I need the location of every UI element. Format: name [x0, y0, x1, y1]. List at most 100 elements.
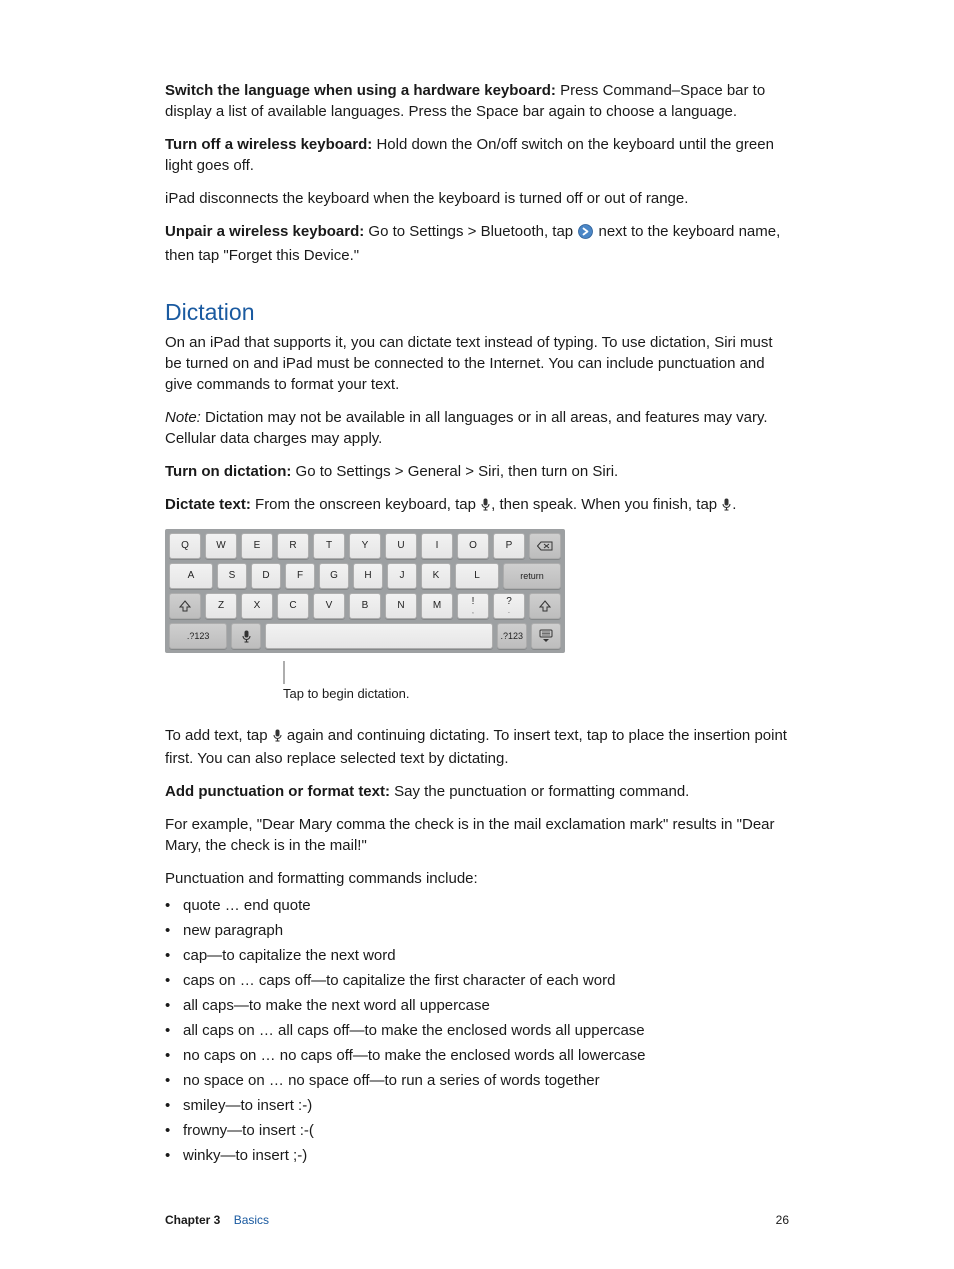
body-add-text-1: To add text, tap	[165, 727, 272, 744]
command-item: cap—to capitalize the next word	[165, 945, 789, 966]
key-shift-left	[169, 593, 201, 619]
label-switch-language: Switch the language when using a hardwar…	[165, 82, 556, 99]
command-item: no caps on … no caps off—to make the enc…	[165, 1045, 789, 1066]
key-spacebar	[265, 623, 492, 649]
key-exclaim-top: !	[472, 595, 475, 609]
key-shift-right	[529, 593, 561, 619]
label-turn-on-dictation: Turn on dictation:	[165, 463, 291, 480]
para-example: For example, "Dear Mary comma the check …	[165, 814, 789, 856]
key-u: U	[385, 533, 417, 559]
body-unpair-1: Go to Settings > Bluetooth, tap	[364, 223, 577, 240]
command-item: frowny—to insert :-(	[165, 1120, 789, 1141]
body-note: Dictation may not be available in all la…	[165, 409, 768, 447]
key-m: M	[421, 593, 453, 619]
microphone-icon	[722, 496, 731, 517]
footer-chapter-name: Basics	[234, 1213, 269, 1227]
key-backspace	[529, 533, 561, 559]
para-dictation-intro: On an iPad that supports it, you can dic…	[165, 332, 789, 395]
label-unpair: Unpair a wireless keyboard:	[165, 223, 364, 240]
key-n: N	[385, 593, 417, 619]
microphone-icon	[242, 630, 251, 643]
key-hide-keyboard	[531, 623, 561, 649]
footer-chapter: Chapter 3	[165, 1213, 220, 1227]
key-question-top: ?	[506, 595, 512, 609]
key-numbers-left: .?123	[169, 623, 227, 649]
key-b: B	[349, 593, 381, 619]
key-g: G	[319, 563, 349, 589]
command-item: all caps on … all caps off—to make the e…	[165, 1020, 789, 1041]
commands-list: quote … end quote new paragraph cap—to c…	[165, 895, 789, 1166]
body-dictate-3: .	[732, 496, 736, 513]
key-j: J	[387, 563, 417, 589]
key-exclaim-sub: ,	[472, 608, 474, 616]
label-note: Note:	[165, 409, 201, 426]
body-dictate-2: , then speak. When you finish, tap	[491, 496, 721, 513]
key-s: S	[217, 563, 247, 589]
key-x: X	[241, 593, 273, 619]
command-item: smiley—to insert :-)	[165, 1095, 789, 1116]
shift-up-icon	[539, 600, 551, 612]
body-add-punct: Say the punctuation or formatting comman…	[390, 783, 689, 800]
para-note: Note: Dictation may not be available in …	[165, 407, 789, 449]
key-o: O	[457, 533, 489, 559]
keyboard-row-1: Q W E R T Y U I O P	[169, 533, 561, 559]
body-dictate-1: From the onscreen keyboard, tap	[251, 496, 480, 513]
para-add-punct: Add punctuation or format text: Say the …	[165, 781, 789, 802]
key-numbers-right: .?123	[497, 623, 527, 649]
microphone-icon	[481, 496, 490, 517]
keyboard-illustration: Q W E R T Y U I O P A S D F G H J K L re…	[165, 529, 789, 653]
shift-up-icon	[179, 600, 191, 612]
footer-page-number: 26	[776, 1212, 789, 1229]
key-r: R	[277, 533, 309, 559]
key-c: C	[277, 593, 309, 619]
heading-dictation: Dictation	[165, 296, 789, 328]
key-z: Z	[205, 593, 237, 619]
key-v: V	[313, 593, 345, 619]
para-add-text: To add text, tap again and continuing di…	[165, 725, 789, 769]
para-dictate-text: Dictate text: From the onscreen keyboard…	[165, 494, 789, 517]
key-t: T	[313, 533, 345, 559]
para-turn-off: Turn off a wireless keyboard: Hold down …	[165, 134, 789, 176]
keyboard-row-4: .?123 .?123	[169, 623, 561, 649]
key-return: return	[503, 563, 561, 589]
key-e: E	[241, 533, 273, 559]
key-q: Q	[169, 533, 201, 559]
command-item: caps on … caps off—to capitalize the fir…	[165, 970, 789, 991]
key-l: L	[455, 563, 499, 589]
key-h: H	[353, 563, 383, 589]
callout-text: Tap to begin dictation.	[251, 685, 789, 703]
key-i: I	[421, 533, 453, 559]
key-w: W	[205, 533, 237, 559]
para-switch-language: Switch the language when using a hardwar…	[165, 80, 789, 122]
key-question-period: ? .	[493, 593, 525, 619]
para-disconnect: iPad disconnects the keyboard when the k…	[165, 188, 789, 209]
info-chevron-icon	[578, 224, 593, 245]
key-y: Y	[349, 533, 381, 559]
label-dictate-text: Dictate text:	[165, 496, 251, 513]
key-f: F	[285, 563, 315, 589]
key-p: P	[493, 533, 525, 559]
command-item: all caps—to make the next word all upper…	[165, 995, 789, 1016]
command-item: no space on … no space off—to run a seri…	[165, 1070, 789, 1091]
backspace-icon	[537, 541, 553, 551]
key-dictation	[231, 623, 261, 649]
key-k: K	[421, 563, 451, 589]
command-item: winky—to insert ;-)	[165, 1145, 789, 1166]
key-d: D	[251, 563, 281, 589]
para-unpair: Unpair a wireless keyboard: Go to Settin…	[165, 221, 789, 266]
para-turn-on-dictation: Turn on dictation: Go to Settings > Gene…	[165, 461, 789, 482]
keyboard-row-3: Z X C V B N M ! , ? .	[169, 593, 561, 619]
callout-label: Tap to begin dictation.	[283, 686, 409, 701]
command-item: new paragraph	[165, 920, 789, 941]
key-exclaim-comma: ! ,	[457, 593, 489, 619]
microphone-icon	[273, 727, 282, 748]
command-item: quote … end quote	[165, 895, 789, 916]
keyboard-row-2: A S D F G H J K L return	[169, 563, 561, 589]
body-turn-on-dictation: Go to Settings > General > Siri, then tu…	[291, 463, 618, 480]
key-question-sub: .	[508, 608, 510, 616]
label-add-punct: Add punctuation or format text:	[165, 783, 390, 800]
page-footer: Chapter 3 Basics 26	[165, 1212, 789, 1229]
key-a: A	[169, 563, 213, 589]
hide-keyboard-icon	[539, 629, 553, 643]
label-turn-off: Turn off a wireless keyboard:	[165, 136, 372, 153]
